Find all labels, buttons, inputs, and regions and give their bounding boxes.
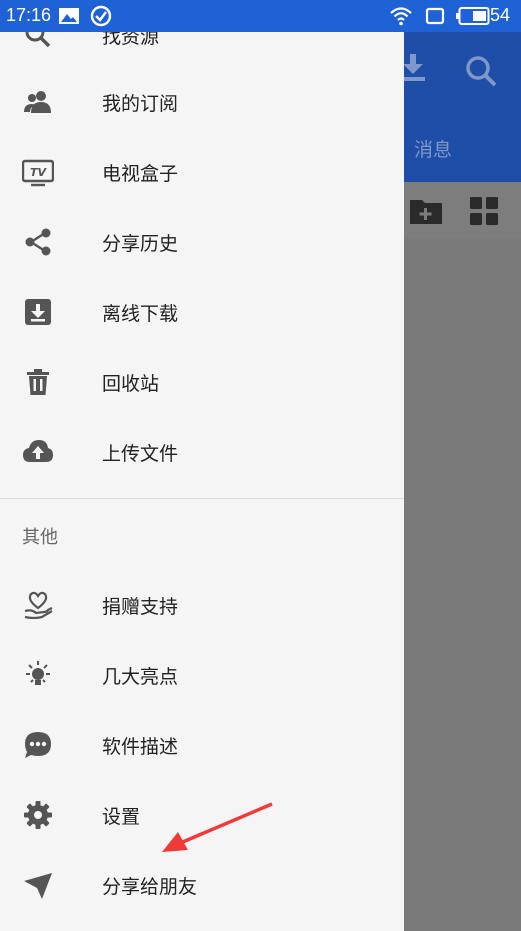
drawer-item-share-history[interactable]: 分享历史: [0, 207, 404, 277]
square-status-icon: [425, 7, 445, 25]
drawer-item-label: 分享历史: [102, 232, 179, 255]
drawer-item-label: 设置: [102, 805, 141, 828]
drawer-item-label: 我的订阅: [102, 92, 179, 115]
drawer-item-label: 捐赠支持: [102, 595, 179, 618]
drawer-item-label: 找资源: [102, 32, 160, 48]
status-time: 17:16: [6, 5, 52, 25]
file-list-area: [404, 238, 521, 931]
gallery-notification-icon: [59, 8, 79, 24]
annotation-arrow-icon: [162, 802, 273, 852]
drawer-item-subscriptions[interactable]: 我的订阅: [0, 67, 404, 137]
drawer-item-label: 分享给朋友: [102, 875, 198, 898]
battery-level: 54: [490, 5, 511, 25]
gear-icon: [24, 801, 52, 829]
section-title-other: 其他: [22, 527, 58, 548]
search-icon[interactable]: [464, 54, 498, 88]
people-icon: [24, 91, 51, 113]
svg-text:TV: TV: [30, 166, 48, 179]
battery-icon: [456, 7, 490, 25]
new-folder-icon[interactable]: [408, 194, 444, 226]
share-icon: [25, 228, 51, 256]
drawer-item-software-description[interactable]: 软件描述: [0, 710, 404, 780]
drawer-item-label: 软件描述: [102, 735, 179, 758]
donate-heart-icon: [24, 591, 53, 620]
send-icon: [24, 873, 52, 899]
drawer-item-label: 回收站: [102, 372, 160, 395]
tv-icon: TV: [22, 159, 54, 187]
drawer-item-label: 离线下载: [102, 302, 179, 325]
drawer-item-find-resources[interactable]: 找资源: [0, 32, 404, 70]
grid-view-icon[interactable]: [469, 196, 499, 226]
search-icon: [25, 32, 51, 48]
drawer-item-donate[interactable]: 捐赠支持: [0, 570, 404, 640]
download-box-icon: [25, 299, 51, 325]
drawer-item-highlights[interactable]: 几大亮点: [0, 640, 404, 710]
drawer-item-upload-file[interactable]: 上传文件: [0, 417, 404, 487]
drawer-item-label: 上传文件: [102, 442, 179, 465]
lightbulb-icon: [26, 661, 50, 685]
drawer-item-share-with-friends[interactable]: 分享给朋友: [0, 850, 404, 920]
status-bar: 17:16 54: [0, 0, 521, 32]
drawer-item-label: 几大亮点: [102, 665, 179, 688]
drawer-item-recycle-bin[interactable]: 回收站: [0, 347, 404, 417]
navigation-drawer: 找资源 我的订阅 TV 电视盒子 分享历史 离线下载 回收站 上传文件 其他 捐…: [0, 32, 404, 931]
chat-bubble-icon: [25, 732, 51, 758]
cloud-upload-icon: [23, 440, 53, 462]
trash-icon: [27, 369, 49, 395]
wifi-icon: [390, 7, 412, 26]
drawer-item-label: 电视盒子: [102, 162, 179, 185]
drawer-divider: [0, 498, 404, 499]
tab-messages[interactable]: 消息: [414, 135, 452, 162]
check-circle-icon: [90, 5, 112, 27]
drawer-item-offline-download[interactable]: 离线下载: [0, 277, 404, 347]
drawer-item-tv-box[interactable]: TV 电视盒子: [0, 137, 404, 207]
